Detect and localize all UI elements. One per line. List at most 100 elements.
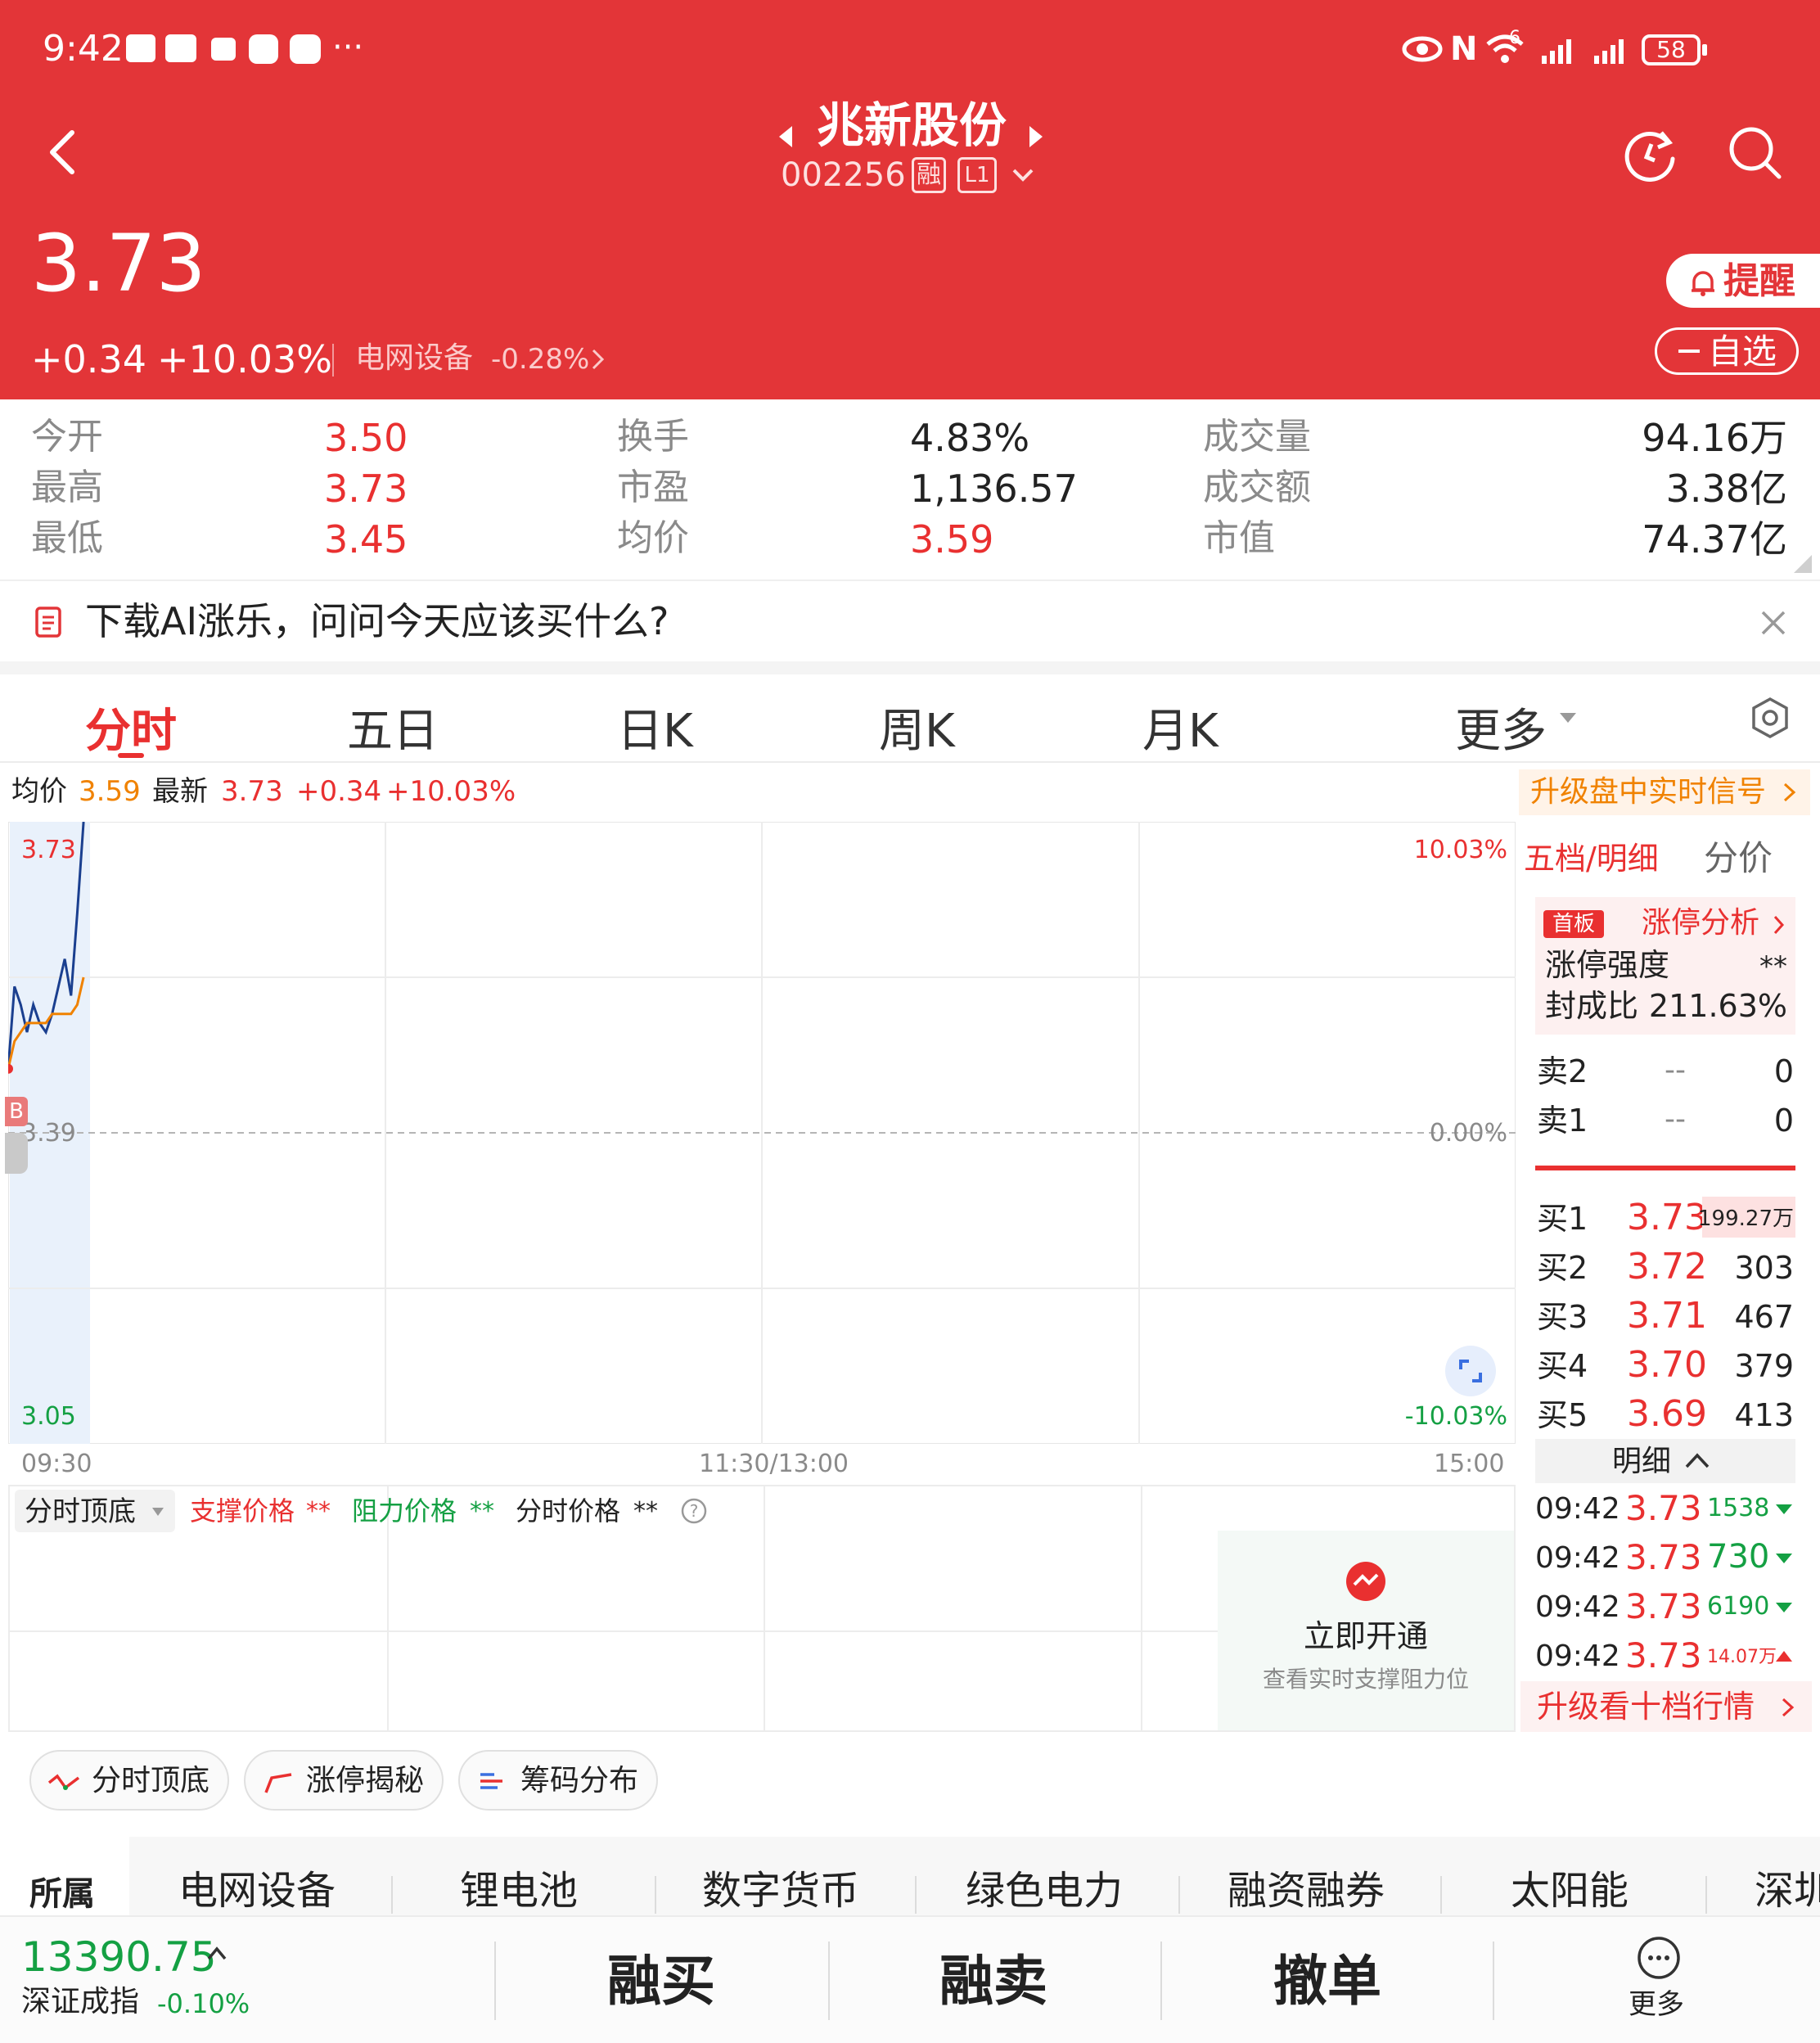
y-tick-right-high: 10.03% [1413, 836, 1507, 864]
upgrade-signal-link[interactable]: 升级盘中实时信号 [1519, 769, 1810, 815]
prev-stock-icon[interactable] [776, 124, 795, 149]
fullscreen-button[interactable] [1445, 1346, 1496, 1396]
support-price-value: ** [306, 1497, 331, 1526]
y-tick-right-low: -10.03% [1404, 1402, 1507, 1431]
chart-change-pct: +10.03% [386, 775, 516, 808]
index-change: -0.10% [157, 1988, 250, 2019]
tab-monthly-k[interactable]: 月K [1142, 694, 1219, 760]
sector-chip[interactable]: 锂电池 [460, 1871, 578, 1910]
divider [1160, 1942, 1162, 2020]
chart-change: +0.34 [296, 775, 382, 808]
divider [1440, 1876, 1442, 1914]
grid-line [1141, 1486, 1142, 1730]
chevron-down-icon[interactable] [1011, 167, 1034, 183]
pill-limit-up-secrets[interactable]: 涨停揭秘 [244, 1750, 444, 1811]
stat-label-mktcap: 市值 [1203, 517, 1275, 559]
chart-avg-value: 3.59 [79, 775, 141, 808]
stat-value-avg: 3.59 [910, 517, 994, 561]
ask-volume: 0 [1773, 1103, 1794, 1139]
bid-price: 3.72 [1627, 1246, 1707, 1288]
intraday-chart[interactable]: 3.73 3.39 3.05 10.03% 0.00% -10.03% B [5, 822, 1516, 1444]
y-tick-low: 3.05 [21, 1402, 76, 1431]
sector-chip[interactable]: 太阳能 [1511, 1871, 1629, 1910]
sector-chip[interactable]: 绿色电力 [966, 1871, 1123, 1910]
sector-chip[interactable]: 深圳 [1755, 1871, 1820, 1910]
back-icon[interactable] [46, 128, 79, 177]
trade-volume: 1538 [1707, 1494, 1770, 1522]
tab-intraday[interactable]: 分时 [85, 694, 177, 760]
expand-corner-icon[interactable] [1792, 553, 1813, 575]
trade-time: 09:42 [1535, 1541, 1620, 1575]
close-icon[interactable] [1759, 609, 1787, 637]
sector-name[interactable]: 电网设备 [355, 344, 473, 373]
divider [1705, 1876, 1707, 1914]
stock-code: 002256 [781, 156, 906, 194]
chart-latest-label: 最新 [152, 775, 208, 808]
stat-value-mktcap: 74.37亿 [1642, 517, 1787, 561]
next-stock-icon[interactable] [1026, 124, 1046, 149]
grid-line [764, 1486, 765, 1730]
sector-chip[interactable]: 数字货币 [702, 1871, 859, 1910]
divider [0, 580, 1820, 581]
help-icon[interactable]: ? [679, 1496, 709, 1526]
upgrade-ten-level-link[interactable]: 升级看十档行情 [1520, 1681, 1812, 1732]
trade-volume: 14.07万 [1707, 1647, 1777, 1667]
sector-chip[interactable]: 融资融券 [1228, 1871, 1385, 1910]
x-tick-close: 15:00 [1434, 1450, 1505, 1478]
search-icon[interactable] [1727, 124, 1784, 182]
y-tick-high: 3.73 [21, 836, 76, 864]
activate-card[interactable]: 立即开通 查看实时支撑阻力位 [1218, 1531, 1514, 1730]
x-tick-open: 09:30 [21, 1450, 92, 1478]
margin-sell-button[interactable]: 融卖 [939, 1955, 1047, 2009]
upgrade-ten-level-label: 升级看十档行情 [1537, 1689, 1755, 1725]
divider [655, 1876, 656, 1914]
indicator-dropdown[interactable]: 分时顶底 [15, 1490, 175, 1532]
limit-strength-label: 涨停强度 [1545, 947, 1670, 983]
divider [391, 1876, 393, 1914]
bid-label: 买4 [1537, 1348, 1588, 1384]
more-label: 更多 [1629, 1988, 1684, 2021]
stat-value-turnover: 4.83% [910, 416, 1030, 460]
app-notification-icon [126, 34, 155, 62]
tab-price-distribution[interactable]: 分价 [1704, 841, 1773, 876]
cancel-order-button[interactable]: 撤单 [1273, 1955, 1381, 2009]
cursor-handle[interactable] [5, 1133, 28, 1174]
trade-volume: 730 [1707, 1538, 1770, 1576]
tab-weekly-k[interactable]: 周K [879, 694, 955, 760]
pill-chip-distribution[interactable]: 筹码分布 [458, 1750, 658, 1811]
settings-icon[interactable] [1748, 696, 1792, 740]
trade-price: 3.73 [1625, 1586, 1702, 1626]
tab-five-day[interactable]: 五日 [347, 694, 439, 760]
tab-more[interactable]: 更多 [1455, 694, 1547, 760]
index-value[interactable]: 13390.75 [21, 1937, 217, 1978]
stat-value-amount: 3.38亿 [1665, 467, 1787, 511]
ask-label: 卖2 [1537, 1053, 1588, 1089]
stat-label-open: 今开 [31, 416, 103, 458]
bid-price: 3.69 [1627, 1393, 1707, 1435]
margin-buy-button[interactable]: 融买 [607, 1955, 715, 2009]
divider [1178, 1876, 1180, 1914]
related-label: 所属 [29, 1875, 95, 1913]
pill-label: 分时顶底 [92, 1764, 210, 1797]
ai-banner-text[interactable]: 下载AI涨乐，问问今天应该买什么? [85, 602, 669, 640]
alert-button[interactable]: 提醒 [1666, 254, 1820, 308]
bid-volume: 413 [1734, 1397, 1794, 1433]
intraday-price-value: ** [633, 1497, 658, 1526]
trade-volume: 6190 [1707, 1592, 1770, 1621]
bottom-toolbar [0, 1915, 1820, 2043]
upgrade-signal-label: 升级盘中实时信号 [1530, 775, 1767, 809]
remove-watchlist-button[interactable]: 自选 [1655, 327, 1799, 375]
bid-price: 3.70 [1627, 1344, 1707, 1386]
refresh-icon[interactable] [1622, 126, 1679, 183]
more-button[interactable]: 更多 [1629, 1935, 1694, 2025]
sector-chip[interactable]: 电网设备 [178, 1871, 336, 1910]
tab-level5-detail[interactable]: 五档/明细 [1524, 843, 1659, 874]
sector-change[interactable]: -0.28% [491, 345, 589, 373]
ask-price: -- [1665, 1053, 1686, 1087]
buy-marker[interactable]: B [5, 1097, 28, 1126]
detail-toggle[interactable]: 明细 [1535, 1439, 1795, 1483]
pill-intraday-top-bottom[interactable]: 分时顶底 [29, 1750, 229, 1811]
tab-daily-k[interactable]: 日K [617, 694, 693, 760]
divider [1493, 1942, 1494, 2020]
limit-analysis-link[interactable]: 涨停分析 [1642, 909, 1759, 938]
